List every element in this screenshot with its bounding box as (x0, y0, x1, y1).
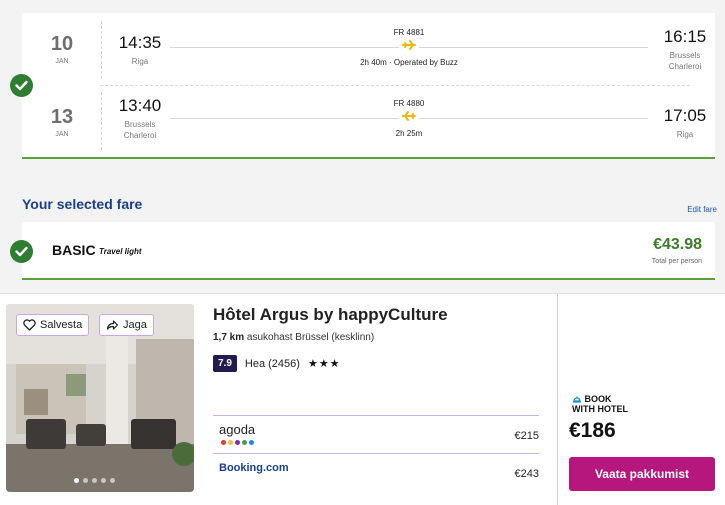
fare-card[interactable]: BASIC Travel light €43.98 Total per pers… (22, 222, 715, 280)
outbound-arr-place: Brussels Charleroi (655, 50, 715, 72)
return-info: 2h 25m (395, 129, 423, 138)
outbound-month: JAN (55, 58, 69, 65)
return-route: FR 4880 2h 25m (170, 90, 648, 138)
star-rating: ★★★ (307, 358, 341, 370)
book-with-hotel-badge: BOOK WITH HOTEL (572, 394, 628, 414)
share-icon (106, 320, 119, 330)
carousel-dot[interactable] (74, 478, 79, 483)
carousel-dot[interactable] (101, 478, 106, 483)
return-month: JAN (55, 131, 69, 138)
outbound-date: 10 JAN (42, 33, 82, 65)
check-icon (10, 240, 33, 263)
outbound-route: FR 4881 2h 40m · Operated by Buzz (170, 19, 648, 67)
booking-price: €243 (514, 468, 539, 480)
return-dep-place-line1: Brussels (124, 120, 156, 129)
carousel-dot[interactable] (92, 478, 97, 483)
divider (101, 92, 102, 150)
provider-row-booking[interactable]: Booking.com €243 (213, 453, 539, 491)
carousel-dot[interactable] (110, 478, 115, 483)
return-flight-number: FR 4880 (393, 99, 425, 108)
fare-price-note: Total per person (651, 258, 702, 265)
booking-logo: Booking.com (219, 462, 289, 474)
outbound-flight-number: FR 4881 (393, 28, 425, 37)
rating-text: Hea (2456) (244, 357, 300, 370)
agoda-price: €215 (514, 430, 539, 442)
fare-name: BASIC (52, 242, 96, 258)
save-button[interactable]: Salvesta (16, 314, 90, 336)
fare-subtitle: Travel light (99, 247, 142, 256)
return-arr-place: Riga (676, 130, 694, 139)
outbound-arr-place-line1: Brussels (669, 51, 701, 60)
return-dep-place: Brussels Charleroi (112, 119, 168, 141)
hotel-name[interactable]: Hôtel Argus by happyCulture (213, 305, 448, 325)
heart-icon (23, 319, 36, 331)
hotel-distance: 1,7 km asukohast Brüssel (kesklinn) (213, 332, 374, 343)
return-dep-place-line2: Charleroi (123, 131, 157, 140)
flight-card: 10 JAN 14:35 Riga FR 4881 2h 40m · Opera… (22, 13, 715, 159)
book-badge-line1: BOOK (584, 394, 612, 404)
photo-carousel-dots (74, 478, 115, 483)
fare-section-title: Your selected fare (22, 196, 143, 212)
outbound-day: 10 (50, 33, 74, 55)
return-day: 13 (50, 106, 74, 128)
agoda-dots-icon (221, 440, 254, 445)
plane-icon (399, 110, 419, 122)
outbound-dep-place: Riga (131, 57, 149, 66)
distance-value: 1,7 km (213, 332, 245, 343)
return-departure: 13:40 Brussels Charleroi (112, 96, 168, 141)
return-arrival: 17:05 Riga (655, 106, 715, 140)
check-icon (10, 74, 33, 97)
return-dep-time: 13:40 (118, 96, 162, 115)
hotel-best-price: €186 (569, 419, 616, 442)
return-arr-time: 17:05 (663, 106, 707, 125)
share-button[interactable]: Jaga (99, 314, 154, 336)
outbound-dep-time: 14:35 (118, 33, 162, 52)
book-badge-line2: WITH HOTEL (572, 404, 628, 414)
carousel-dot[interactable] (83, 478, 88, 483)
hotel-rating: 7.9 Hea (2456) ★★★ (213, 355, 341, 372)
return-date: 13 JAN (42, 106, 82, 138)
divider (101, 21, 102, 79)
hotel-card: Salvesta Jaga Hôtel Argus by happyCultur… (0, 293, 725, 505)
outbound-arr-time: 16:15 (663, 27, 707, 46)
outbound-info: 2h 40m · Operated by Buzz (360, 58, 458, 67)
fare-price: €43.98 (653, 236, 702, 253)
page: 10 JAN 14:35 Riga FR 4881 2h 40m · Opera… (0, 0, 725, 505)
bell-icon (573, 396, 581, 403)
outbound-arr-place-line2: Charleroi (668, 62, 702, 71)
provider-row-agoda[interactable]: agoda €215 (213, 415, 539, 453)
outbound-arrival: 16:15 Brussels Charleroi (655, 27, 715, 72)
share-label: Jaga (123, 319, 147, 331)
view-deal-button[interactable]: Vaata pakkumist (569, 457, 715, 491)
hotel-photo[interactable]: Salvesta Jaga (6, 304, 194, 492)
agoda-logo: agoda (219, 422, 256, 437)
plane-icon (399, 39, 419, 51)
leg-separator (100, 85, 690, 86)
edit-fare-link[interactable]: Edit fare (687, 205, 717, 214)
outbound-leg: 10 JAN 14:35 Riga FR 4881 2h 40m · Opera… (22, 19, 715, 83)
distance-text: asukohast Brüssel (kesklinn) (246, 332, 375, 343)
return-leg: 13 JAN 13:40 Brussels Charleroi FR 4880 … (22, 90, 715, 154)
divider (557, 294, 558, 505)
save-label: Salvesta (40, 319, 83, 331)
outbound-departure: 14:35 Riga (112, 33, 168, 67)
rating-score: 7.9 (213, 355, 237, 372)
